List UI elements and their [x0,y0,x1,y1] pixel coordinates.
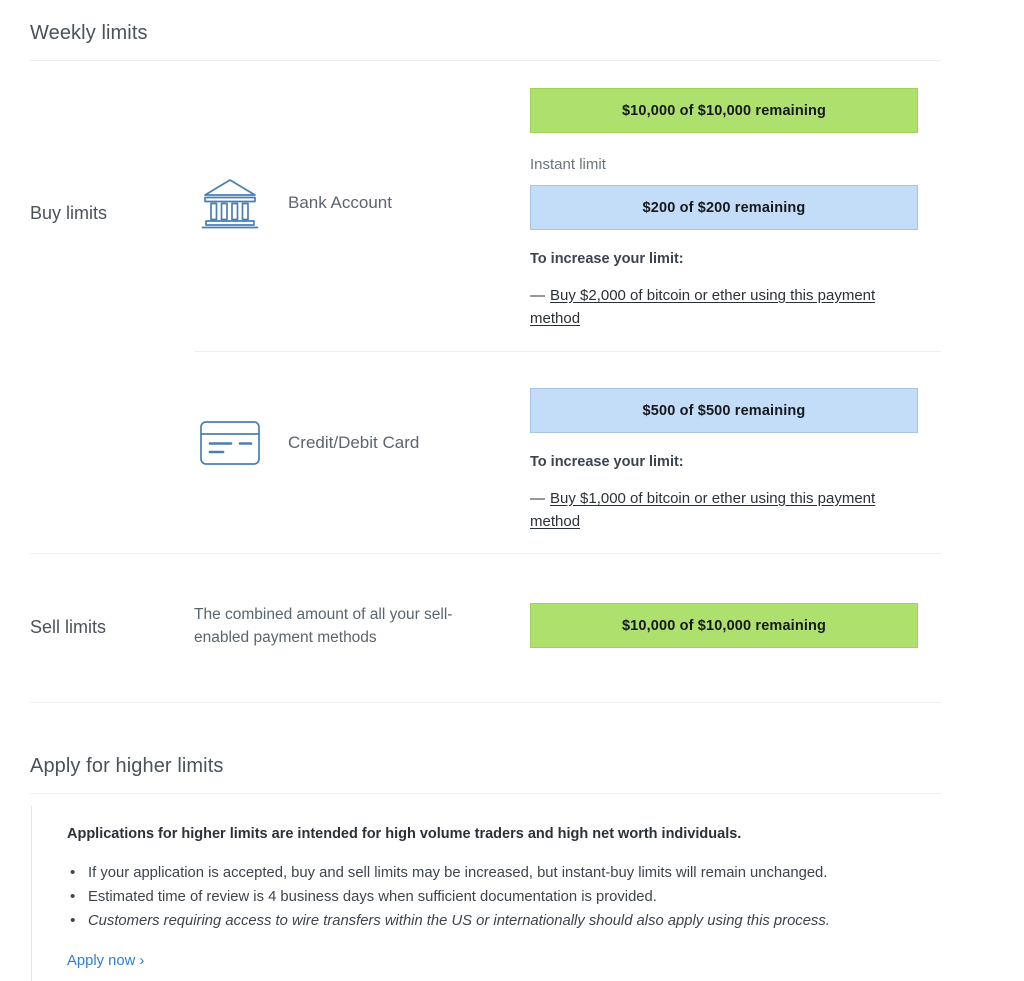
sell-limits-label: Sell limits [30,617,107,637]
method-divider [194,351,941,352]
sell-limits-description-wrap: The combined amount of all your sell-ena… [194,603,530,649]
buy-limits-card-row: Credit/Debit Card $500 of $500 remaining… [30,388,941,533]
buy-limits-label-spacer [30,388,194,412]
increase-limit-item: — Buy $1,000 of bitcoin or ether using th… [530,487,922,533]
payment-method-bank: Bank Account [194,88,530,230]
weekly-limits-page: Weekly limits Buy limits Bank Account $1… [0,0,1024,981]
sell-limits-row: Sell limits The combined amount of all y… [30,603,941,649]
sell-apply-divider [30,702,941,703]
list-item: If your application is accepted, buy and… [70,861,941,885]
buy-limits-bank-row: Buy limits Bank Account $10,000 of $10,0… [30,88,941,330]
card-weekly-limit-bar: $500 of $500 remaining [530,388,918,433]
bank-limit-bars: $10,000 of $10,000 remaining Instant lim… [530,88,941,330]
bank-instant-limit-bar: $200 of $200 remaining [530,185,918,230]
method-divider-wrapper [30,351,941,352]
apply-info-box: Applications for higher limits are inten… [31,806,941,981]
em-dash: — [530,287,545,304]
increase-limit-title: To increase your limit: [530,251,684,267]
card-limit-bars: $500 of $500 remaining To increase your … [530,388,941,533]
buy-sell-divider-wrapper [30,553,941,554]
buy-limits-label: Buy limits [30,203,108,223]
buy-sell-divider [30,553,941,554]
em-dash: — [530,490,545,507]
sell-limit-bars: $10,000 of $10,000 remaining [530,603,941,648]
instant-limit-label: Instant limit [530,156,606,173]
increase-limit-link[interactable]: Buy $2,000 of bitcoin or ether using thi… [530,287,875,327]
bank-weekly-limit-bar: $10,000 of $10,000 remaining [530,88,918,133]
header-divider [30,60,941,61]
list-item: Customers requiring access to wire trans… [70,909,941,933]
bank-icon [194,176,266,230]
payment-method-card: Credit/Debit Card [194,388,530,466]
apply-bullet-list: If your application is accepted, buy and… [67,861,941,933]
payment-method-name: Credit/Debit Card [288,433,420,452]
apply-lead-text: Applications for higher limits are inten… [67,826,742,842]
increase-limit-title: To increase your limit: [530,454,684,470]
sell-limits-description: The combined amount of all your sell-ena… [194,606,453,646]
sell-weekly-limit-bar: $10,000 of $10,000 remaining [530,603,918,648]
weekly-limits-header: Weekly limits [30,20,941,61]
credit-card-icon [194,420,266,466]
apply-now-link[interactable]: Apply now › [67,951,144,971]
page-title: Weekly limits [30,22,148,44]
payment-method-name: Bank Account [288,193,392,212]
sell-apply-divider-wrapper [30,702,941,703]
apply-header-divider [30,793,941,794]
increase-limit-link[interactable]: Buy $1,000 of bitcoin or ether using thi… [530,490,875,530]
increase-limit-item: — Buy $2,000 of bitcoin or ether using th… [530,284,922,330]
list-item: Estimated time of review is 4 business d… [70,885,941,909]
apply-section-title: Apply for higher limits [30,755,224,777]
apply-higher-limits-header: Apply for higher limits [30,753,941,794]
